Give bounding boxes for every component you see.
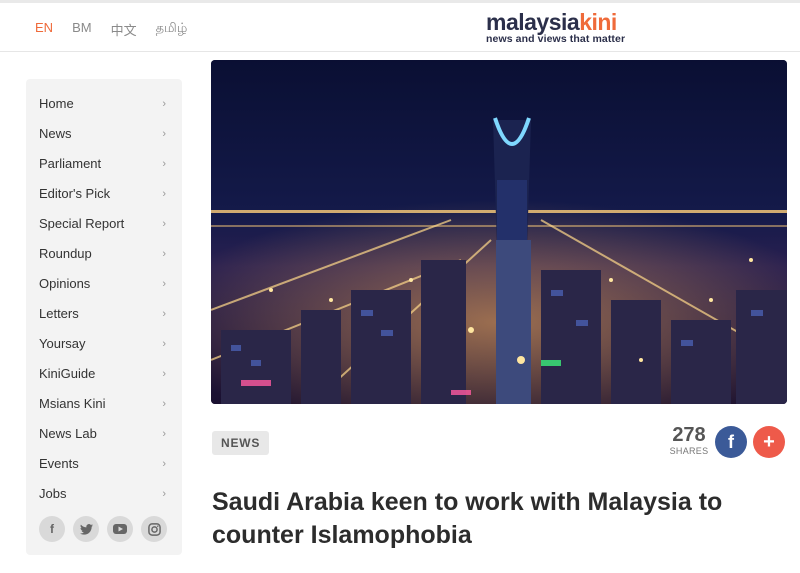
sidebar-item-label: News Lab	[39, 426, 97, 441]
chevron-right-icon: ›	[162, 188, 166, 200]
sidebar-item-news-lab[interactable]: News Lab ›	[26, 419, 182, 449]
sidebar-item-kiniguide[interactable]: KiniGuide ›	[26, 359, 182, 389]
lang-zh[interactable]: 中文	[111, 20, 137, 39]
sidebar-nav: Home › News › Parliament › Editor's Pick › Speci…	[26, 79, 182, 555]
riyadh-night-skyline-image	[211, 60, 787, 404]
chevron-right-icon: ›	[162, 458, 166, 470]
sidebar-item-label: Yoursay	[39, 336, 86, 351]
sidebar-item-parliament[interactable]: Parliament ›	[26, 149, 182, 179]
sidebar-item-label: Letters	[39, 306, 79, 321]
lang-en[interactable]: EN	[35, 20, 53, 39]
sidebar-item-label: KiniGuide	[39, 366, 96, 381]
facebook-icon[interactable]: f	[39, 516, 65, 542]
instagram-icon[interactable]	[141, 516, 167, 542]
logo-text-main: malaysia	[486, 9, 580, 35]
sidebar-item-opinions[interactable]: Opinions ›	[26, 269, 182, 299]
sidebar-item-yoursay[interactable]: Yoursay ›	[26, 329, 182, 359]
language-switcher: EN BM 中文 தமிழ்	[35, 20, 206, 39]
logo-tagline: news and views that matter	[486, 33, 626, 45]
category-badge[interactable]: NEWS	[212, 431, 270, 455]
sidebar-item-label: Special Report	[39, 216, 125, 231]
chevron-right-icon: ›	[162, 338, 166, 350]
social-links: f	[39, 516, 167, 542]
site-logo[interactable]: malaysiakini news and views that matter	[486, 9, 625, 45]
facebook-icon: f	[728, 431, 734, 452]
hero-image[interactable]	[211, 60, 787, 404]
chevron-right-icon: ›	[162, 488, 166, 500]
sidebar-item-news[interactable]: News ›	[26, 119, 182, 149]
chevron-right-icon: ›	[162, 278, 166, 290]
sidebar-item-label: Msians Kini	[39, 396, 106, 411]
sidebar-item-label: Jobs	[39, 486, 67, 501]
sidebar-item-label: Home	[39, 96, 74, 111]
facebook-share-button[interactable]: f	[715, 426, 747, 458]
chevron-right-icon: ›	[162, 128, 166, 140]
sidebar-item-label: Events	[39, 456, 79, 471]
sidebar-item-editor-s-pick[interactable]: Editor's Pick ›	[26, 179, 182, 209]
sidebar-item-msians-kini[interactable]: Msians Kini ›	[26, 389, 182, 419]
sidebar-item-label: Parliament	[39, 156, 102, 171]
top-bar: EN BM 中文 தமிழ் malaysiakini news and vie…	[0, 0, 800, 52]
article-headline: Saudi Arabia keen to work with Malaysia …	[212, 488, 723, 549]
sidebar-item-roundup[interactable]: Roundup ›	[26, 239, 182, 269]
lang-bm[interactable]: BM	[72, 20, 92, 39]
sidebar-item-label: News	[39, 126, 72, 141]
logo-text-accent: kini	[579, 9, 617, 35]
sidebar-item-jobs[interactable]: Jobs ›	[26, 479, 182, 509]
sidebar-item-label: Roundup	[39, 246, 92, 261]
chevron-right-icon: ›	[162, 398, 166, 410]
chevron-right-icon: ›	[162, 308, 166, 320]
twitter-icon[interactable]	[73, 516, 99, 542]
sidebar-item-home[interactable]: Home ›	[26, 89, 182, 119]
sidebar-item-label: Editor's Pick	[39, 186, 111, 201]
sidebar-item-events[interactable]: Events ›	[26, 449, 182, 479]
lang-ta[interactable]: தமிழ்	[156, 20, 188, 39]
youtube-icon[interactable]	[107, 516, 133, 542]
chevron-right-icon: ›	[162, 218, 166, 230]
sidebar-item-special-report[interactable]: Special Report ›	[26, 209, 182, 239]
chevron-right-icon: ›	[162, 428, 166, 440]
sidebar-item-letters[interactable]: Letters ›	[26, 299, 182, 329]
share-count: 278	[672, 424, 706, 446]
plus-icon: +	[763, 430, 775, 453]
chevron-right-icon: ›	[162, 248, 166, 260]
share-label: SHARES	[669, 446, 709, 456]
more-share-button[interactable]: +	[753, 426, 785, 458]
chevron-right-icon: ›	[162, 158, 166, 170]
chevron-right-icon: ›	[162, 368, 166, 380]
nav-list: Home › News › Parliament › Editor's Pick › Speci…	[26, 89, 182, 509]
share-counter: 278 SHARES	[668, 424, 710, 456]
sidebar-item-label: Opinions	[39, 276, 91, 291]
chevron-right-icon: ›	[162, 98, 166, 110]
